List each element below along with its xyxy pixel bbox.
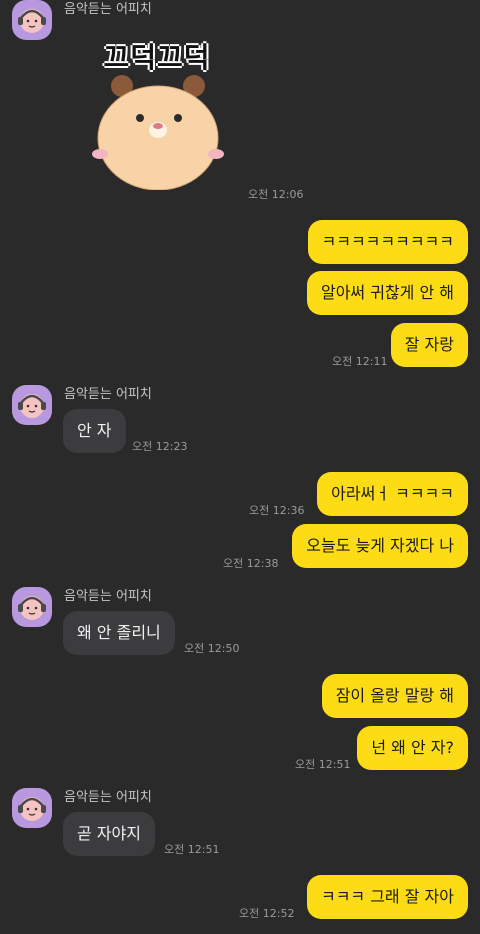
apeach-avatar-icon bbox=[18, 596, 46, 620]
sender-name: 음악듣는 어피치 bbox=[64, 790, 152, 805]
sender-avatar[interactable] bbox=[12, 0, 52, 40]
sender-name: 음악듣는 어피치 bbox=[64, 387, 152, 402]
message-time: 오전 12:50 bbox=[184, 642, 240, 655]
incoming-message[interactable]: 안 자 bbox=[63, 409, 126, 453]
outgoing-message[interactable]: 잘 자랑 bbox=[390, 323, 468, 367]
sender-avatar[interactable] bbox=[12, 385, 52, 425]
message-time: 오전 12:52 bbox=[239, 907, 295, 920]
hamster-sticker-icon bbox=[92, 75, 224, 190]
sender-avatar[interactable] bbox=[12, 788, 52, 828]
message-time: 오전 12:11 bbox=[332, 355, 388, 368]
sender-name: 음악듣는 어피치 bbox=[64, 2, 152, 17]
message-time: 오전 12:51 bbox=[295, 758, 351, 771]
outgoing-message[interactable]: ㅋㅋㅋ 그래 잘 자아 bbox=[306, 875, 468, 919]
sticker-caption: 끄덕끄덕 bbox=[103, 41, 211, 74]
incoming-message[interactable]: 곧 자야지 bbox=[63, 812, 155, 856]
outgoing-message[interactable]: 잠이 올랑 말랑 해 bbox=[321, 674, 468, 718]
apeach-avatar-icon bbox=[18, 9, 46, 33]
outgoing-message[interactable]: 알아써 귀찮게 안 해 bbox=[306, 271, 468, 315]
message-time: 오전 12:38 bbox=[223, 557, 279, 570]
sender-avatar[interactable] bbox=[12, 587, 52, 627]
message-time: 오전 12:51 bbox=[164, 843, 220, 856]
incoming-message[interactable]: 왜 안 졸리니 bbox=[63, 611, 175, 655]
outgoing-message[interactable]: 오늘도 늦게 자겠다 나 bbox=[292, 524, 468, 568]
apeach-avatar-icon bbox=[18, 394, 46, 418]
sender-name: 음악듣는 어피치 bbox=[64, 589, 152, 604]
outgoing-message[interactable]: ㅋㅋㅋㅋㅋㅋㅋㅋㅋ bbox=[307, 220, 468, 264]
outgoing-message[interactable]: 넌 왜 안 자? bbox=[357, 726, 468, 770]
message-time: 오전 12:36 bbox=[249, 504, 305, 517]
message-time: 오전 12:23 bbox=[132, 440, 188, 453]
message-time: 오전 12:06 bbox=[248, 188, 304, 201]
apeach-avatar-icon bbox=[18, 797, 46, 821]
sticker-message[interactable]: 끄덕끄덕 bbox=[82, 36, 232, 192]
outgoing-message[interactable]: 아라써ㅓ ㅋㅋㅋㅋ bbox=[317, 472, 468, 516]
chat-screen[interactable]: 음악듣는 어피치 끄덕끄덕 오전 12:06 ㅋㅋㅋㅋㅋㅋㅋㅋㅋ 알아써 귀찮게… bbox=[0, 0, 480, 934]
